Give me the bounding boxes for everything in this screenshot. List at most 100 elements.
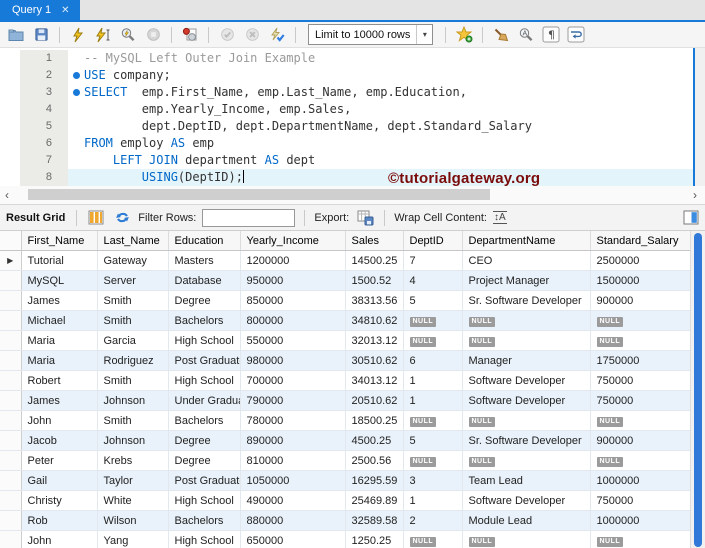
row-selector[interactable] (0, 330, 22, 351)
column-header[interactable]: Yearly_Income (240, 231, 346, 251)
table-row[interactable]: Robert Smith High School 700000 34013.12 1 Sof… (0, 370, 692, 391)
table-row[interactable]: Peter Krebs Degree 810000 2500.56 NULL NULL NUL… (0, 450, 692, 471)
table-cell[interactable]: CEO (462, 250, 591, 271)
table-cell[interactable]: 490000 (240, 490, 346, 511)
table-cell[interactable]: White (97, 490, 169, 511)
table-row[interactable]: ▶ Tutorial Gateway Masters 1200000 14500.25 7 C… (0, 250, 692, 271)
table-cell[interactable]: 25469.89 (345, 490, 404, 511)
table-cell[interactable]: 34810.62 (345, 310, 404, 331)
grid-view-icon[interactable] (86, 208, 106, 227)
beautify-icon[interactable] (491, 25, 511, 44)
table-cell[interactable]: Degree (168, 430, 241, 451)
table-cell[interactable]: Bachelors (168, 410, 241, 431)
table-cell[interactable]: Jacob (21, 430, 98, 451)
vscroll-thumb[interactable] (694, 233, 702, 547)
row-selector[interactable] (0, 510, 22, 531)
code-line[interactable]: 4 emp.Yearly_Income, emp.Sales, (0, 101, 705, 118)
table-cell[interactable]: Johnson (97, 390, 169, 411)
code-line[interactable]: 3 SELECT emp.First_Name, emp.Last_Name, e… (0, 84, 705, 101)
table-cell[interactable]: 700000 (240, 370, 346, 391)
code-line[interactable]: 7 LEFT JOIN department AS dept (0, 152, 705, 169)
table-cell[interactable]: Rodriguez (97, 350, 169, 371)
table-cell[interactable]: Software Developer (462, 370, 591, 391)
table-cell[interactable]: Bachelors (168, 310, 241, 331)
table-cell[interactable]: Garcia (97, 330, 169, 351)
column-header[interactable]: DepartmentName (462, 231, 591, 251)
table-cell[interactable]: 1 (403, 370, 463, 391)
editor-scrollbar-rail[interactable] (693, 48, 705, 186)
table-cell[interactable]: Post Graduate (168, 350, 241, 371)
table-cell[interactable]: 18500.25 (345, 410, 404, 431)
execute-icon[interactable] (68, 25, 88, 44)
table-cell[interactable]: 5 (403, 430, 463, 451)
table-cell[interactable]: 650000 (240, 530, 346, 548)
table-cell[interactable]: NULL (403, 530, 463, 548)
table-cell[interactable]: NULL (590, 310, 692, 331)
table-row[interactable]: Christy White High School 490000 25469.89 1 So… (0, 490, 692, 511)
table-row[interactable]: John Smith Bachelors 780000 18500.25 NULL NULL… (0, 410, 692, 431)
row-selector[interactable] (0, 470, 22, 491)
table-cell[interactable]: 900000 (590, 430, 692, 451)
save-icon[interactable] (31, 25, 51, 44)
table-cell[interactable]: Smith (97, 290, 169, 311)
column-header[interactable]: Education (168, 231, 241, 251)
table-cell[interactable]: 550000 (240, 330, 346, 351)
table-cell[interactable]: NULL (590, 330, 692, 351)
scroll-right-icon[interactable]: › (693, 187, 697, 203)
sql-editor[interactable]: 1 -- MySQL Left Outer Join Example 2 USE co… (0, 48, 705, 186)
table-cell[interactable]: NULL (462, 450, 591, 471)
table-cell[interactable]: Robert (21, 370, 98, 391)
code-line[interactable]: 6 FROM employ AS emp (0, 135, 705, 152)
table-cell[interactable]: 1200000 (240, 250, 346, 271)
column-header[interactable]: DeptID (403, 231, 463, 251)
table-cell[interactable]: Yang (97, 530, 169, 548)
show-invisibles-icon[interactable]: ¶ (541, 25, 561, 44)
select-all-corner[interactable] (0, 231, 22, 251)
table-cell[interactable]: 20510.62 (345, 390, 404, 411)
table-cell[interactable]: 5 (403, 290, 463, 311)
table-cell[interactable]: NULL (462, 530, 591, 548)
table-cell[interactable]: MySQL (21, 270, 98, 291)
table-cell[interactable]: High School (168, 530, 241, 548)
table-cell[interactable]: 4 (403, 270, 463, 291)
row-selector[interactable] (0, 350, 22, 371)
table-cell[interactable]: High School (168, 370, 241, 391)
table-cell[interactable]: 1500000 (590, 270, 692, 291)
table-cell[interactable]: Masters (168, 250, 241, 271)
column-header[interactable]: Last_Name (97, 231, 169, 251)
active-row-marker[interactable]: ▶ (0, 250, 22, 271)
table-cell[interactable]: 880000 (240, 510, 346, 531)
table-cell[interactable]: 950000 (240, 270, 346, 291)
table-cell[interactable]: Sr. Software Developer (462, 430, 591, 451)
filter-rows-input[interactable] (202, 208, 296, 227)
chevron-down-icon[interactable]: ▾ (416, 25, 432, 44)
table-cell[interactable]: 2500000 (590, 250, 692, 271)
table-row[interactable]: John Yang High School 650000 1250.25 NULL NULL… (0, 530, 692, 548)
table-row[interactable]: Jacob Johnson Degree 890000 4500.25 5 Sr. Soft… (0, 430, 692, 451)
table-cell[interactable]: 800000 (240, 310, 346, 331)
new-snippet-icon[interactable] (454, 25, 474, 44)
table-cell[interactable]: 1500.52 (345, 270, 404, 291)
table-cell[interactable]: 750000 (590, 390, 692, 411)
table-row[interactable]: JamesJohnsonUnder Graduate79000020510.62… (0, 390, 692, 411)
table-cell[interactable]: NULL (590, 530, 692, 548)
table-cell[interactable]: 750000 (590, 490, 692, 511)
table-cell[interactable]: 14500.25 (345, 250, 404, 271)
table-cell[interactable]: High School (168, 330, 241, 351)
table-cell[interactable]: 6 (403, 350, 463, 371)
table-row[interactable]: MySQL Server Database 950000 1500.52 4 Project… (0, 270, 692, 291)
table-cell[interactable]: James (21, 290, 98, 311)
tab-query-1[interactable]: Query 1 ✕ (0, 0, 80, 20)
toggle-stop-on-error-icon[interactable] (180, 25, 200, 44)
table-cell[interactable]: High School (168, 490, 241, 511)
table-cell[interactable]: NULL (403, 330, 463, 351)
table-cell[interactable]: Server (97, 270, 169, 291)
table-cell[interactable]: John (21, 530, 98, 548)
table-cell[interactable]: NULL (403, 450, 463, 471)
table-cell[interactable]: 1750000 (590, 350, 692, 371)
table-cell[interactable]: Krebs (97, 450, 169, 471)
table-cell[interactable]: Smith (97, 370, 169, 391)
column-header[interactable]: First_Name (21, 231, 98, 251)
limit-rows-dropdown[interactable]: Limit to 10000 rows ▾ (308, 24, 434, 45)
table-cell[interactable]: Christy (21, 490, 98, 511)
